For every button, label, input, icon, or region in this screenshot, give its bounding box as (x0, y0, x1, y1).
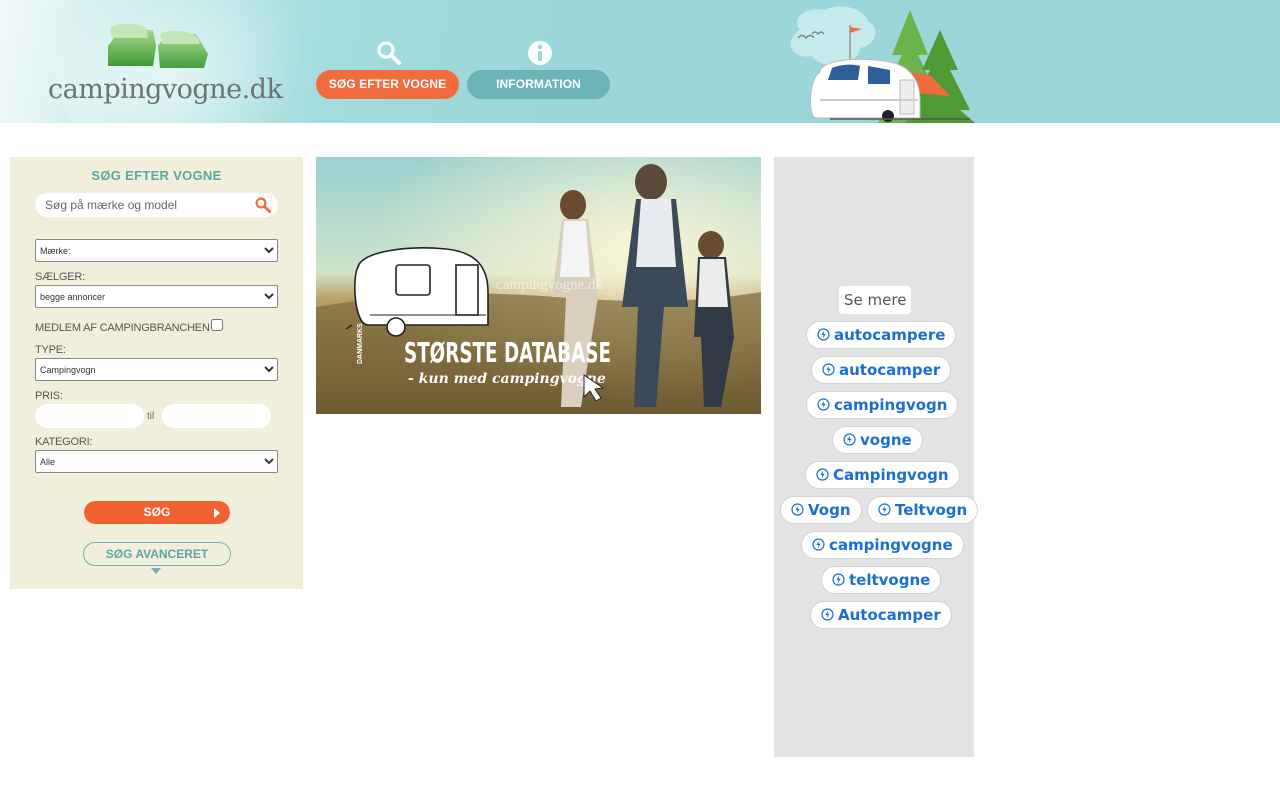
type-label: TYPE: (35, 344, 66, 356)
search-vehicles-button[interactable]: SØG EFTER VOGNE (316, 70, 459, 99)
bolt-circle-icon (791, 503, 804, 516)
ad-chip-label: campingvogn (834, 396, 948, 414)
member-label: MEDLEM AF CAMPINGBRANCHEN (35, 322, 210, 334)
search-panel: SØG EFTER VOGNE Mærke: SÆLGER: begge ann… (10, 157, 303, 589)
ad-chip-label: campingvogne (829, 536, 953, 554)
ad-chip[interactable]: campingvogn (806, 391, 959, 419)
bolt-circle-icon (822, 363, 835, 376)
ad-chip-label: autocamper (839, 361, 941, 379)
seller-label: SÆLGER: (35, 271, 85, 283)
ad-chip[interactable]: campingvogne (801, 531, 964, 559)
ad-chip-label: autocampere (834, 326, 946, 344)
quick-search-input[interactable] (35, 193, 245, 217)
advanced-search-button[interactable]: SØG AVANCERET (83, 542, 231, 566)
bolt-circle-icon (816, 468, 829, 481)
banner-headline: STØRSTE DATABASE (404, 336, 611, 369)
search-panel-title: SØG EFTER VOGNE (91, 168, 222, 183)
arrow-right-icon (214, 508, 220, 518)
nav-information[interactable]: INFORMATION (467, 38, 611, 100)
ad-chip[interactable]: vogne (832, 426, 923, 454)
nav-search[interactable]: SØG EFTER VOGNE (316, 38, 460, 100)
ad-chip[interactable]: Autocamper (810, 601, 952, 629)
ad-chip[interactable]: Teltvogn (867, 496, 979, 524)
ad-chip[interactable]: autocamper (811, 356, 952, 384)
caravan-illustration (790, 6, 975, 123)
ad-chip[interactable]: Vogn (780, 496, 862, 524)
type-select[interactable]: Campingvogn (35, 358, 278, 381)
ad-column: Se mere autocampere autocamper campingvo… (774, 157, 979, 757)
search-button-label: SØG (143, 505, 171, 519)
promo-banner[interactable]: campingvogne.dk DANMARKS STØRSTE DATABAS… (316, 157, 761, 414)
search-button[interactable]: SØG (84, 501, 230, 524)
ad-chip[interactable]: Campingvogn (805, 461, 960, 489)
bolt-circle-icon (817, 328, 830, 341)
ad-chip-label: Autocamper (838, 606, 941, 624)
see-more-button[interactable]: Se mere (839, 286, 912, 314)
site-logo[interactable]: campingvogne.dk (48, 23, 283, 108)
ad-chip-label: Teltvogn (895, 501, 968, 519)
seller-select[interactable]: begge annoncer (35, 285, 278, 308)
search-icon (377, 41, 401, 65)
site-header: campingvogne.dk SØG EFTER VOGNE INFORMAT… (0, 0, 1280, 123)
member-checkbox[interactable] (211, 319, 223, 331)
ad-chip-label: Vogn (808, 501, 851, 519)
price-to-input[interactable] (162, 404, 271, 428)
price-to-label: til (147, 411, 155, 422)
bolt-circle-icon (832, 573, 845, 586)
banner-subline: - kun med campingvogne (408, 371, 606, 387)
info-icon (528, 41, 552, 65)
banner-image: campingvogne.dk DANMARKS STØRSTE DATABAS… (316, 157, 761, 414)
quick-search (35, 193, 278, 217)
ad-chip-label: teltvogne (849, 571, 931, 589)
bolt-circle-icon (821, 608, 834, 621)
logo-trailers-icon (108, 23, 208, 68)
search-icon[interactable] (255, 197, 271, 213)
bolt-circle-icon (817, 398, 830, 411)
bolt-circle-icon (843, 433, 856, 446)
chevron-down-icon (151, 568, 161, 574)
category-label: KATEGORI: (35, 436, 93, 448)
bolt-circle-icon (812, 538, 825, 551)
logo-text: campingvogne.dk (48, 74, 283, 105)
bolt-circle-icon (878, 503, 891, 516)
category-select[interactable]: Alle (35, 450, 278, 473)
brand-select[interactable]: Mærke: (35, 239, 278, 262)
price-label: PRIS: (35, 390, 63, 402)
banner-small-text: DANMARKS (357, 323, 364, 364)
ad-chip[interactable]: autocampere (806, 321, 957, 349)
ad-chip[interactable]: teltvogne (821, 566, 942, 594)
price-from-input[interactable] (35, 404, 144, 428)
banner-watermark: campingvogne.dk (496, 277, 604, 293)
ad-chip-label: Campingvogn (833, 466, 949, 484)
information-button[interactable]: INFORMATION (467, 70, 610, 99)
ad-chip-label: vogne (860, 431, 912, 449)
